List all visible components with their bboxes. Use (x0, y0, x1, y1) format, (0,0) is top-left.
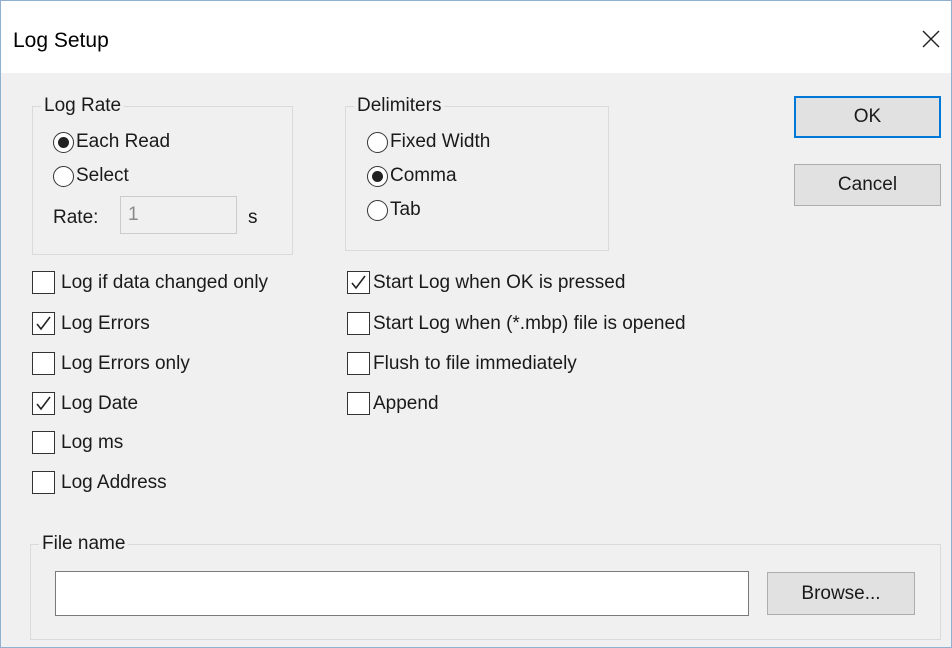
radio-comma[interactable]: Comma (367, 165, 457, 187)
ok-button-label: OK (853, 106, 882, 127)
browse-button[interactable]: Browse... (767, 572, 915, 615)
radio-tab-button[interactable] (367, 199, 388, 221)
check-log-if-data-changed-only[interactable]: Log if data changed only (32, 271, 268, 294)
check-log-errors-only-label: Log Errors only (61, 352, 190, 374)
check-log-date[interactable]: Log Date (32, 392, 138, 415)
check-start-log-when-ok-pressed-box[interactable] (347, 271, 370, 294)
cancel-button-label: Cancel (837, 174, 898, 195)
radio-comma-button[interactable] (367, 165, 388, 187)
check-log-date-box[interactable] (32, 392, 55, 415)
log-setup-dialog: Log Setup Log Rate Each Read Select Rate… (0, 0, 952, 648)
rate-unit-label: s (248, 207, 258, 228)
check-log-if-data-changed-only-label: Log if data changed only (61, 271, 269, 293)
radio-each-read-label: Each Read (76, 131, 171, 152)
browse-button-label: Browse... (801, 582, 881, 604)
checkmark-icon (351, 275, 366, 290)
rate-input[interactable]: 1 (120, 196, 237, 234)
file-name-input[interactable] (55, 571, 749, 616)
close-icon (922, 30, 940, 48)
check-start-log-when-file-opened-box[interactable] (347, 312, 370, 335)
radio-select[interactable]: Select (53, 165, 129, 187)
check-log-address-box[interactable] (32, 471, 55, 494)
check-log-errors-only-box[interactable] (32, 352, 55, 375)
log-rate-label: Log Rate (41, 95, 125, 117)
close-button[interactable] (913, 21, 949, 57)
radio-select-button[interactable] (53, 165, 74, 187)
check-log-errors-only[interactable]: Log Errors only (32, 352, 190, 375)
check-log-errors-label: Log Errors (61, 312, 150, 334)
check-append[interactable]: Append (347, 392, 439, 415)
check-start-log-when-file-opened[interactable]: Start Log when (*.mbp) file is opened (347, 312, 686, 335)
check-log-ms-label: Log ms (61, 431, 124, 453)
delimiters-label: Delimiters (354, 95, 445, 117)
rate-value: 1 (128, 204, 139, 225)
check-flush-to-file-immediately-label: Flush to file immediately (373, 352, 577, 374)
title-bar: Log Setup (1, 1, 951, 73)
radio-fixed-width-button[interactable] (367, 131, 388, 153)
check-start-log-when-file-opened-label: Start Log when (*.mbp) file is opened (373, 312, 686, 334)
dialog-title: Log Setup (13, 29, 109, 52)
cancel-button[interactable]: Cancel (794, 164, 941, 206)
check-flush-to-file-immediately[interactable]: Flush to file immediately (347, 352, 577, 375)
file-name-label: File name (39, 533, 129, 555)
check-append-box[interactable] (347, 392, 370, 415)
check-flush-to-file-immediately-box[interactable] (347, 352, 370, 375)
ok-button[interactable]: OK (794, 96, 941, 138)
check-log-address-label: Log Address (61, 471, 167, 493)
check-log-if-data-changed-only-box[interactable] (32, 271, 55, 294)
radio-comma-label: Comma (390, 165, 457, 186)
check-log-address[interactable]: Log Address (32, 471, 167, 494)
checkmark-icon (36, 396, 51, 411)
check-append-label: Append (373, 392, 439, 414)
check-log-date-label: Log Date (61, 392, 139, 414)
check-log-errors-box[interactable] (32, 312, 55, 335)
check-start-log-when-ok-pressed[interactable]: Start Log when OK is pressed (347, 271, 625, 294)
radio-tab-label: Tab (390, 199, 421, 220)
check-log-errors[interactable]: Log Errors (32, 312, 150, 335)
check-start-log-when-ok-pressed-label: Start Log when OK is pressed (373, 271, 626, 293)
radio-fixed-width-label: Fixed Width (390, 131, 491, 152)
rate-label: Rate: (53, 207, 99, 228)
radio-each-read-button[interactable] (53, 131, 74, 153)
checkmark-icon (36, 316, 51, 331)
check-log-ms-box[interactable] (32, 431, 55, 454)
radio-fixed-width[interactable]: Fixed Width (367, 131, 490, 153)
radio-tab[interactable]: Tab (367, 199, 421, 221)
radio-select-label: Select (76, 165, 129, 186)
check-log-ms[interactable]: Log ms (32, 431, 123, 454)
radio-each-read[interactable]: Each Read (53, 131, 170, 153)
